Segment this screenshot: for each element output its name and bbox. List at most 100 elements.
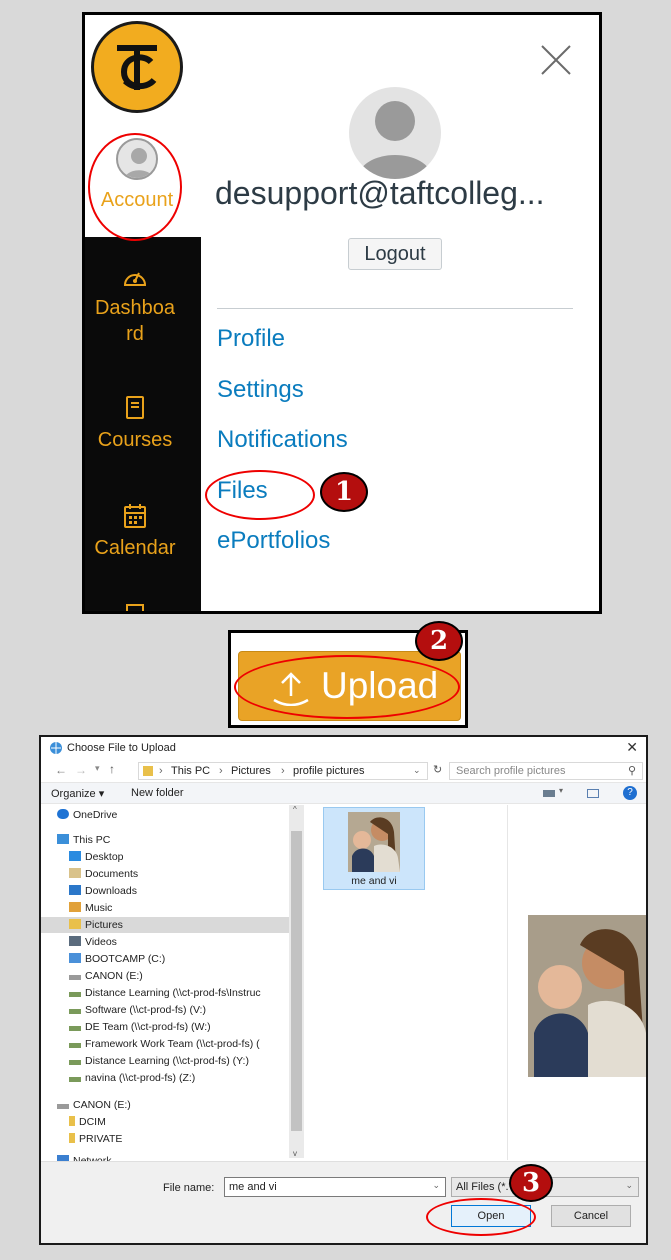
- videos-icon: [69, 936, 81, 946]
- organize-label: Organize: [51, 788, 96, 800]
- address-dropdown-icon[interactable]: ⌄: [413, 765, 421, 776]
- dialog-title-bar: Choose File to Upload ✕: [41, 737, 646, 759]
- cloud-icon: [57, 809, 69, 819]
- nav-network-drive-framework[interactable]: Framework Work Team (\\ct-prod-fs) (: [69, 1036, 260, 1052]
- network-drive-icon: [69, 992, 81, 997]
- logout-button[interactable]: Logout: [348, 238, 442, 270]
- nav-canon-drive[interactable]: CANON (E:): [69, 968, 143, 984]
- forward-arrow-icon[interactable]: →: [75, 763, 87, 777]
- nav-canon-root[interactable]: CANON (E:): [57, 1097, 131, 1113]
- nav-network-drive-z[interactable]: navina (\\ct-prod-fs) (Z:): [69, 1070, 195, 1086]
- view-options-icon[interactable]: [543, 790, 555, 797]
- scroll-down-icon[interactable]: v: [293, 1149, 297, 1158]
- link-notifications[interactable]: Notifications: [217, 426, 348, 454]
- nav-pane-scrollbar[interactable]: ^ v: [289, 805, 304, 1158]
- scroll-up-icon[interactable]: ^: [293, 805, 297, 814]
- nav-bootcamp[interactable]: BOOTCAMP (C:): [69, 951, 165, 967]
- photo-thumbnail: [348, 812, 400, 872]
- nav-calendar-label: Calendar: [94, 537, 176, 559]
- up-arrow-icon[interactable]: ↑: [109, 762, 115, 776]
- preview-pane-icon[interactable]: [587, 789, 599, 798]
- nav-onedrive[interactable]: OneDrive: [57, 807, 117, 823]
- calendar-icon: [124, 504, 146, 528]
- annotation-upload-oval: [234, 655, 460, 719]
- refresh-icon[interactable]: ↻: [433, 763, 442, 776]
- nav-downloads[interactable]: Downloads: [69, 883, 137, 899]
- help-icon[interactable]: ?: [623, 786, 637, 800]
- chevron-down-icon[interactable]: ⌄: [625, 1180, 633, 1191]
- nav-desktop[interactable]: Desktop: [69, 849, 124, 865]
- nav-calendar[interactable]: Calendar: [85, 503, 185, 561]
- nav-network-drive-v[interactable]: Software (\\ct-prod-fs) (V:): [69, 1002, 206, 1018]
- file-upload-dialog: Choose File to Upload ✕ ← → ▾ ↑ › This P…: [39, 735, 648, 1245]
- music-icon: [69, 902, 81, 912]
- nav-music[interactable]: Music: [69, 900, 112, 916]
- file-item[interactable]: me and vi: [323, 807, 425, 890]
- folder-icon: [143, 766, 153, 776]
- navigation-pane: OneDrive This PC Desktop Documents Downl…: [41, 805, 305, 1167]
- search-input[interactable]: Search profile pictures ⚲: [449, 762, 643, 780]
- network-drive-icon: [69, 1009, 81, 1014]
- browser-globe-icon: [50, 742, 62, 754]
- file-list-pane: me and vi: [307, 805, 503, 1160]
- pictures-icon: [69, 919, 81, 929]
- link-settings[interactable]: Settings: [217, 376, 304, 404]
- nav-videos[interactable]: Videos: [69, 934, 117, 950]
- breadcrumb-this-pc[interactable]: This PC: [171, 765, 210, 777]
- file-name-input[interactable]: me and vi ⌄: [224, 1177, 446, 1197]
- close-icon[interactable]: [539, 43, 573, 77]
- profile-avatar: [349, 87, 441, 179]
- scrollbar-thumb[interactable]: [291, 831, 302, 1131]
- nav-documents[interactable]: Documents: [69, 866, 138, 882]
- account-email: desupport@taftcolleg...: [215, 175, 545, 211]
- nav-network-drive-y[interactable]: Distance Learning (\\ct-prod-fs) (Y:): [69, 1053, 249, 1069]
- folder-icon: [69, 1116, 75, 1126]
- user-avatar-icon: [357, 101, 433, 179]
- taft-college-logo[interactable]: [91, 21, 183, 113]
- computer-icon: [57, 834, 69, 844]
- recent-chevron-icon[interactable]: ▾: [95, 763, 100, 774]
- drive-icon: [69, 953, 81, 963]
- breadcrumb-pictures[interactable]: Pictures: [231, 765, 271, 777]
- drive-icon: [69, 975, 81, 980]
- command-bar: Organize ▾ New folder ▾ ?: [41, 782, 646, 804]
- nav-courses-label: Courses: [97, 429, 173, 451]
- link-profile[interactable]: Profile: [217, 325, 285, 353]
- nav-dashboard-label-line1: Dashboa: [94, 297, 176, 319]
- dialog-title: Choose File to Upload: [67, 742, 176, 754]
- breadcrumb-profile-pictures[interactable]: profile pictures: [293, 765, 365, 777]
- dashboard-gauge-icon: [123, 272, 147, 286]
- organize-button[interactable]: Organize ▾: [51, 787, 104, 800]
- link-eportfolios[interactable]: ePortfolios: [217, 527, 330, 555]
- nav-network-drive-w[interactable]: DE Team (\\ct-prod-fs) (W:): [69, 1019, 211, 1035]
- photo-preview: [528, 915, 646, 1077]
- nav-courses[interactable]: Courses: [85, 395, 185, 453]
- global-navigation: Account Dashboa rd Courses Calendar: [85, 15, 201, 611]
- address-bar[interactable]: › This PC › Pictures › profile pictures …: [138, 762, 428, 780]
- nav-this-pc[interactable]: This PC: [57, 832, 110, 848]
- nav-private[interactable]: PRIVATE: [69, 1131, 122, 1147]
- network-drive-icon: [69, 1077, 81, 1082]
- search-placeholder: Search profile pictures: [456, 765, 566, 777]
- nav-dashboard[interactable]: Dashboa rd: [85, 265, 185, 347]
- new-folder-button[interactable]: New folder: [131, 787, 184, 799]
- nav-inbox-partial[interactable]: [85, 603, 185, 611]
- view-dropdown-icon[interactable]: ▾: [559, 786, 563, 795]
- annotation-step-1-badge: 1: [320, 472, 368, 512]
- desktop-icon: [69, 851, 81, 861]
- nav-dashboard-label-line2: rd: [126, 323, 144, 345]
- nav-dcim[interactable]: DCIM: [69, 1114, 106, 1130]
- nav-pictures[interactable]: Pictures: [41, 917, 289, 933]
- dialog-close-button[interactable]: ✕: [626, 739, 638, 756]
- cancel-button[interactable]: Cancel: [551, 1205, 631, 1227]
- network-drive-icon: [69, 1060, 81, 1065]
- search-icon: ⚲: [627, 765, 636, 777]
- chevron-down-icon[interactable]: ⌄: [432, 1180, 440, 1191]
- breadcrumb-separator-icon: ›: [281, 765, 285, 777]
- file-name-label: me and vi: [351, 875, 397, 887]
- annotation-step-3-badge: 3: [509, 1164, 553, 1202]
- nav-network-drive-instruct[interactable]: Distance Learning (\\ct-prod-fs\Instruc: [69, 985, 261, 1001]
- annotation-step-2-badge: 2: [415, 621, 463, 661]
- breadcrumb-separator-icon: ›: [219, 765, 223, 777]
- back-arrow-icon[interactable]: ←: [55, 763, 67, 777]
